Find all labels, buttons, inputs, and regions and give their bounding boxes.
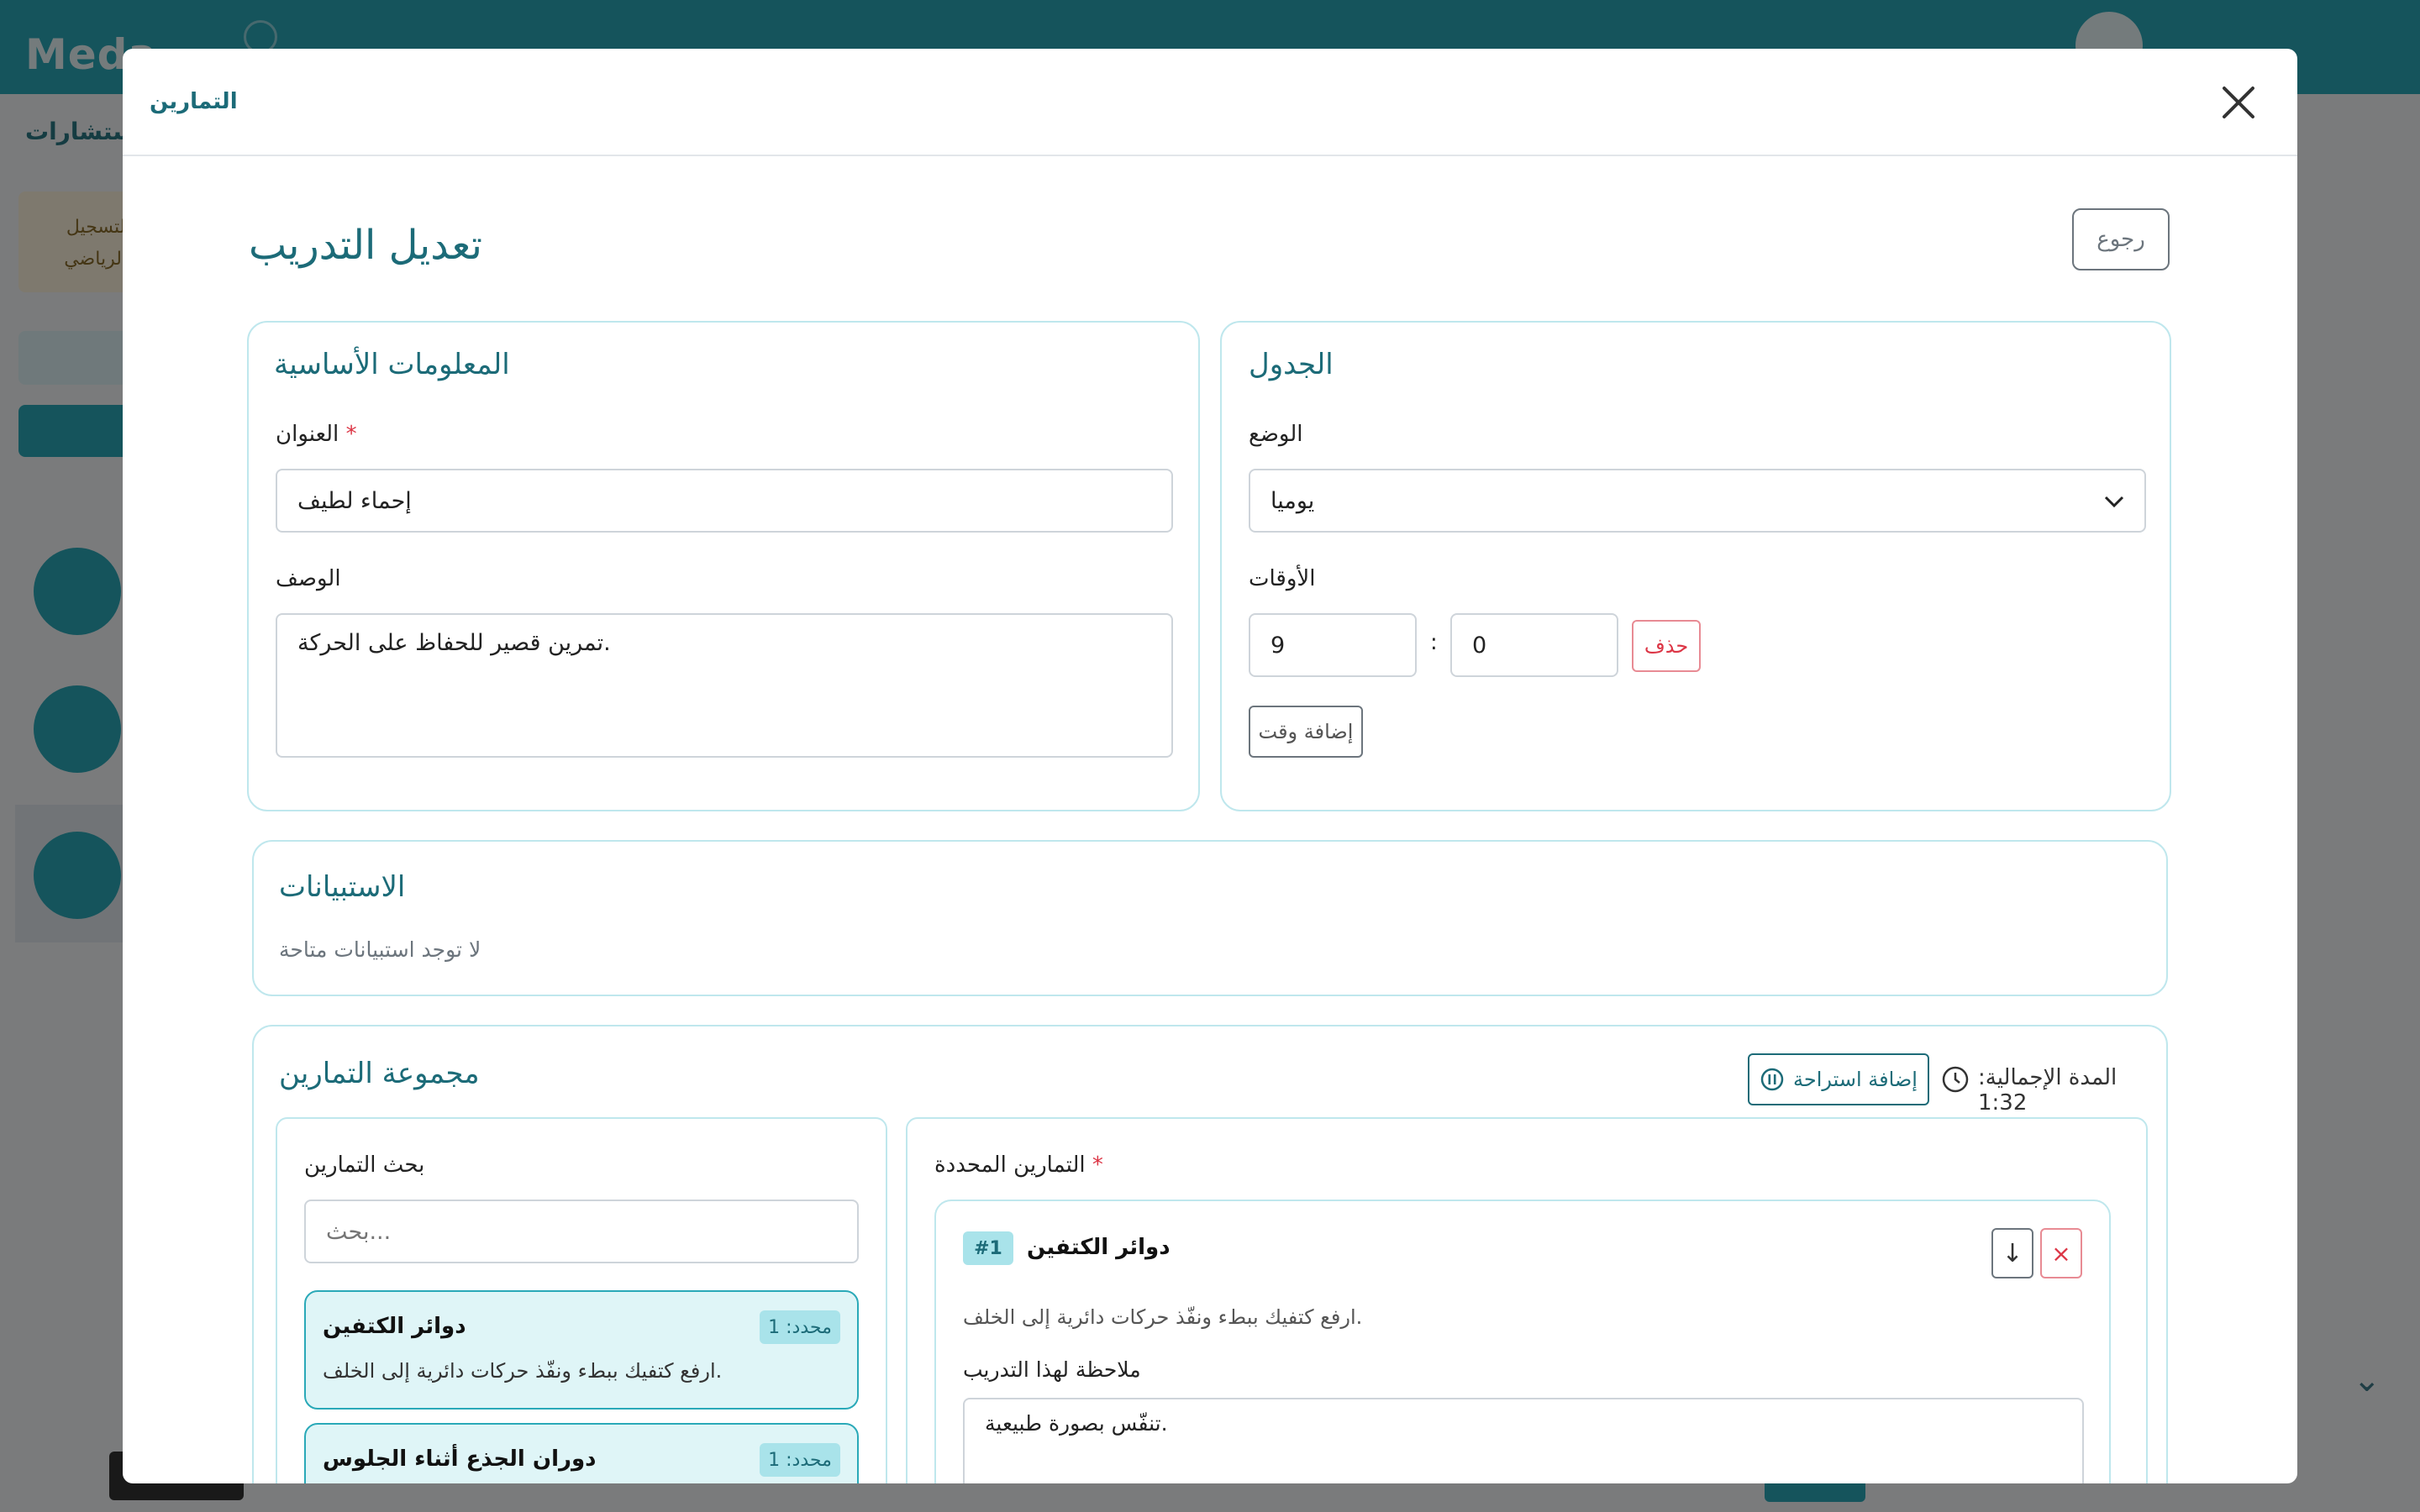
mode-label: الوضع <box>1249 422 1303 447</box>
description-label: الوصف <box>276 566 341 591</box>
back-button[interactable]: رجوع <box>2072 208 2170 270</box>
schedule-title: الجدول <box>1249 348 1334 381</box>
questionnaires-title: الاستبيانات <box>279 870 406 904</box>
exercise-modal: التمارين تعديل التدريب رجوع الجدول الوضع… <box>123 49 2297 1483</box>
selected-exercises-pane: التمارين المحددة * #1 دوائر الكتفين ↓ × … <box>906 1117 2148 1483</box>
basic-info-card: المعلومات الأساسية العنوان * إحماء لطيف … <box>247 321 1200 811</box>
exercise-index-badge: #1 <box>963 1231 1013 1265</box>
exercise-description: ارفع كتفيك ببطء ونفّذ حركات دائرية إلى ا… <box>323 1359 723 1383</box>
exercise-group-title: مجموعة التمارين <box>279 1057 480 1090</box>
add-rest-label: إضافة استراحة <box>1793 1068 1918 1091</box>
exercise-search-pane: بحث التمارين دوائر الكتفين محدد: 1 ارفع … <box>276 1117 887 1483</box>
pause-icon <box>1760 1068 1784 1091</box>
modal-header: التمارين <box>123 49 2297 156</box>
minute-input[interactable]: 0 <box>1450 613 1618 677</box>
title-input[interactable]: إحماء لطيف <box>276 469 1173 533</box>
hour-input[interactable]: 9 <box>1249 613 1417 677</box>
selected-exercises-label: التمارين المحددة * <box>934 1152 1103 1178</box>
questionnaires-empty-text: لا توجد استبيانات متاحة <box>279 937 481 962</box>
exercise-note-textarea[interactable]: تنفّس بصورة طبيعية. <box>963 1398 2084 1483</box>
close-icon[interactable] <box>2215 79 2262 126</box>
modal-title: التمارين <box>150 89 238 114</box>
mode-select-value: يوميا <box>1270 487 1315 514</box>
exercise-search-input[interactable] <box>304 1200 859 1263</box>
required-icon: * <box>345 422 357 447</box>
selected-exercise-description: ارفع كتفيك ببطء ونفّذ حركات دائرية إلى ا… <box>963 1305 1363 1329</box>
exercise-note-label: ملاحظة لهذا التدريب <box>963 1357 1141 1382</box>
selected-exercises-title: التمارين المحددة <box>934 1152 1086 1178</box>
basic-info-title: المعلومات الأساسية <box>274 348 510 381</box>
mode-select[interactable]: يوميا <box>1249 469 2146 533</box>
exercise-name: دوائر الكتفين <box>323 1314 466 1339</box>
add-rest-button[interactable]: إضافة استراحة <box>1748 1053 1929 1105</box>
selected-count-badge: محدد: 1 <box>760 1310 840 1344</box>
delete-time-button[interactable]: حذف <box>1632 620 1701 672</box>
questionnaires-card: الاستبيانات لا توجد استبيانات متاحة <box>252 840 2168 996</box>
exercise-list-item[interactable]: دوران الجذع أثناء الجلوس محدد: 1 <box>304 1423 859 1483</box>
schedule-card: الجدول الوضع يوميا الأوقات 9 : 0 حذف إضا… <box>1220 321 2171 811</box>
page-title: تعديل التدريب <box>249 222 482 269</box>
move-down-button[interactable]: ↓ <box>1991 1228 2033 1278</box>
chevron-down-icon: ⌄ <box>2353 1361 2381 1399</box>
exercise-list-item[interactable]: دوائر الكتفين محدد: 1 ارفع كتفيك ببطء ون… <box>304 1290 859 1410</box>
chevron-down-icon <box>2104 488 2124 514</box>
selected-exercise-card: #1 دوائر الكتفين ↓ × ارفع كتفيك ببطء ونف… <box>934 1200 2111 1483</box>
times-label: الأوقات <box>1249 566 1316 591</box>
time-separator: : <box>1430 630 1438 655</box>
selected-exercise-name: دوائر الكتفين <box>1027 1235 1171 1260</box>
add-time-button[interactable]: إضافة وقت <box>1249 706 1363 758</box>
total-duration: المدة الإجمالية: 1:32 <box>1978 1065 2118 1116</box>
exercise-search-title: بحث التمارين <box>304 1152 425 1178</box>
required-icon: * <box>1092 1152 1103 1178</box>
exercise-group-card: مجموعة التمارين إضافة استراحة المدة الإج… <box>252 1025 2168 1483</box>
description-textarea[interactable]: تمرين قصير للحفاظ على الحركة. <box>276 613 1173 758</box>
title-label-text: العنوان <box>276 422 339 447</box>
exercise-name: دوران الجذع أثناء الجلوس <box>323 1446 597 1472</box>
remove-exercise-button[interactable]: × <box>2040 1228 2082 1278</box>
title-label: العنوان * <box>276 422 357 447</box>
clock-icon <box>1942 1066 1969 1093</box>
selected-count-badge: محدد: 1 <box>760 1443 840 1477</box>
